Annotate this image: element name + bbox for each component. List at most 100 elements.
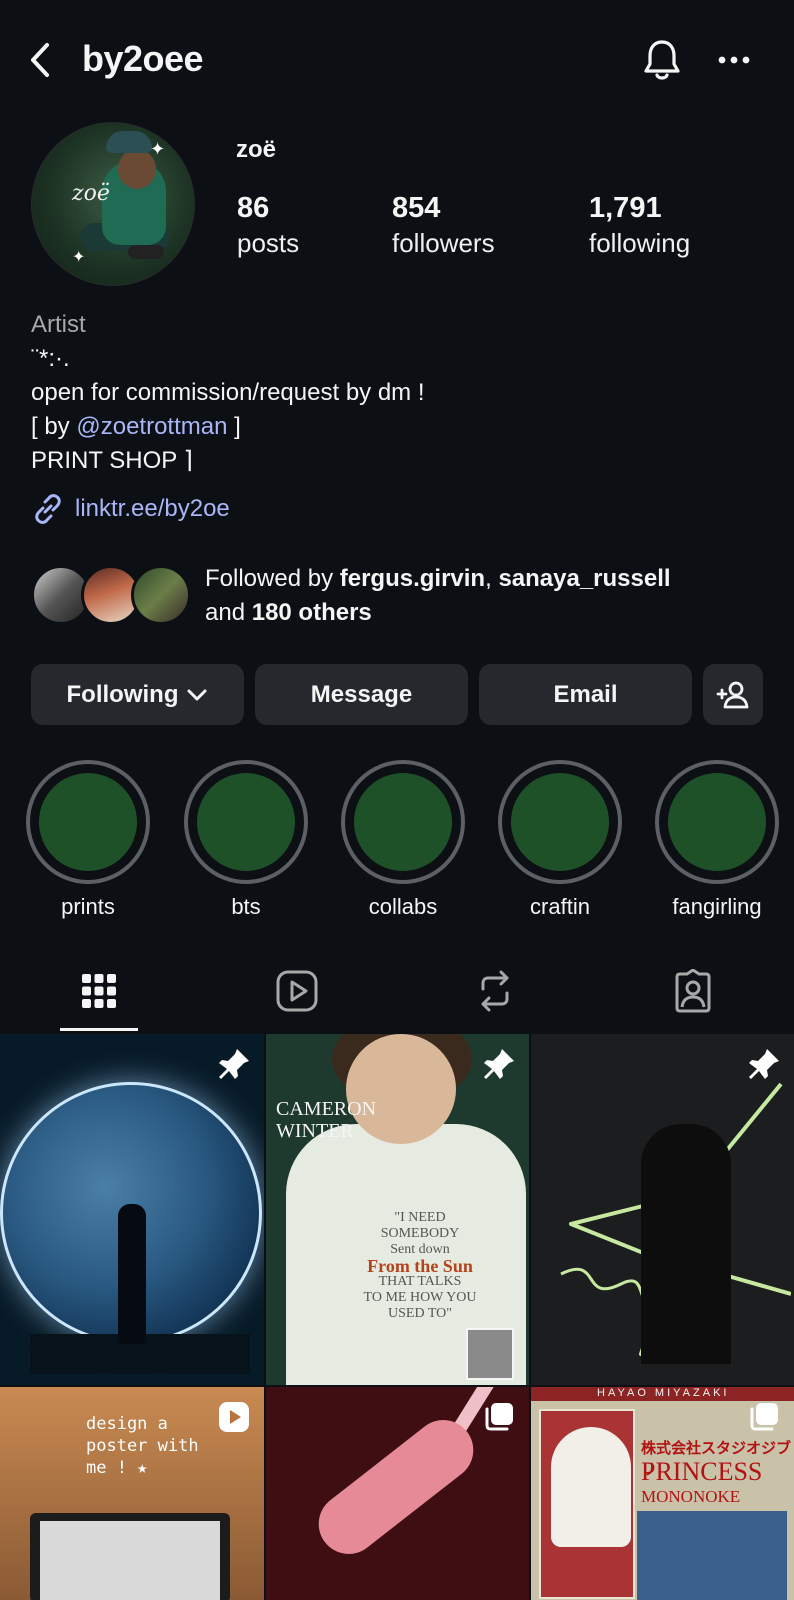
bell-icon <box>644 40 680 80</box>
posts-stat[interactable]: 86 posts <box>237 190 299 260</box>
more-horizontal-icon <box>718 56 750 64</box>
highlight-ring <box>498 760 622 884</box>
bio-decor: ¨*:·. <box>31 345 70 372</box>
followers-label: followers <box>392 228 495 258</box>
tagged-icon <box>675 969 711 1013</box>
post-thumbnail[interactable] <box>0 1034 264 1385</box>
pinned-badge <box>746 1046 782 1082</box>
post-quote-line: TO ME HOW YOU <box>363 1290 477 1305</box>
posts-count: 86 <box>237 192 270 224</box>
mutual-others: 180 others <box>251 599 372 626</box>
suggested-users-button[interactable] <box>703 664 763 725</box>
post-caption-line: me ! ★ <box>86 1458 148 1478</box>
carousel-badge <box>746 1399 782 1435</box>
pinned-badge <box>481 1046 517 1082</box>
highlight-cover <box>39 773 137 871</box>
highlight-ring <box>26 760 150 884</box>
following-button[interactable]: Following <box>31 664 244 725</box>
tab-reposts[interactable] <box>396 950 594 1032</box>
post-image-screen <box>40 1521 220 1600</box>
tab-tagged[interactable] <box>594 950 792 1032</box>
followed-by-sep: , <box>485 565 499 592</box>
carousel-badge <box>481 1399 517 1435</box>
followed-by-prefix: Followed by <box>205 565 340 592</box>
post-poster-title: PRINCESS <box>641 1457 763 1486</box>
mutual-user-1: fergus.girvin <box>339 565 486 592</box>
posts-label: posts <box>237 228 300 258</box>
highlight-cover <box>511 773 609 871</box>
highlight-label: bts <box>231 894 261 919</box>
highlight-ring <box>655 760 779 884</box>
chevron-down-icon <box>187 689 207 700</box>
sparkle-icon: ✦ <box>150 139 166 159</box>
link-icon <box>35 494 61 524</box>
post-thumbnail[interactable] <box>266 1387 529 1600</box>
mutual-followers[interactable]: Followed by fergus.girvin, sanaya_russel… <box>31 562 771 628</box>
post-poster-subtitle: MONONOKE <box>641 1487 741 1506</box>
reels-icon <box>276 970 318 1012</box>
bio-external-link[interactable]: linktr.ee/by2oe <box>31 492 230 526</box>
post-image-guitarist <box>641 1124 731 1364</box>
mutual-followers-text: Followed by fergus.girvin, sanaya_russel… <box>205 562 671 630</box>
highlight-label: craftin <box>530 894 590 919</box>
mutual-user-2: sanaya_russell <box>498 565 671 592</box>
reels-icon <box>219 1402 249 1432</box>
post-thumbnail[interactable] <box>531 1034 794 1385</box>
post-quote-line: From the Sun <box>367 1256 473 1276</box>
highlight-label: prints <box>61 894 115 919</box>
profile-page: by2oee zoë ✦ ✦ zoë 86 posts 854 follower… <box>0 0 794 1600</box>
message-button[interactable]: Message <box>255 664 468 725</box>
highlight-prints[interactable]: prints <box>26 760 150 920</box>
bio-credit-prefix: [ by <box>31 413 77 440</box>
mutual-avatar <box>131 565 191 625</box>
grid-icon <box>82 974 116 1008</box>
carousel-icon <box>750 1403 778 1431</box>
post-caption-overlay: design a poster with me ! ★ <box>86 1413 199 1479</box>
post-poster-photo <box>466 1328 514 1380</box>
bio-line-print-shop: PRINT SHOP ⌉ <box>31 447 193 474</box>
followed-by-and: and <box>205 599 252 626</box>
bio-line-credit: [ by @zoetrottman ] <box>31 410 771 444</box>
back-button[interactable] <box>20 40 60 80</box>
post-poster-quote: "I NEED SOMEBODY Sent down From the Sun … <box>350 1210 490 1322</box>
post-thumbnail[interactable]: HAYAO MIYAZAKI 株式会社スタジオジブリ PRINCESS MONO… <box>531 1387 794 1600</box>
highlight-label: fangirling <box>672 894 762 919</box>
following-label: following <box>589 228 691 258</box>
profile-avatar[interactable]: zoë ✦ ✦ <box>31 122 195 286</box>
post-image-scene <box>637 1511 787 1600</box>
profile-username: by2oee <box>82 38 204 79</box>
post-quote-line: "I NEED <box>394 1210 446 1225</box>
email-button[interactable]: Email <box>479 664 692 725</box>
post-poster-director: HAYAO MIYAZAKI <box>597 1387 730 1399</box>
highlight-cover <box>197 773 295 871</box>
bio-credit-suffix: ] <box>227 413 241 440</box>
highlight-bts[interactable]: bts <box>184 760 308 920</box>
tab-posts-grid[interactable] <box>0 950 198 1032</box>
carousel-icon <box>485 1403 513 1431</box>
followers-count: 854 <box>392 192 441 224</box>
post-thumbnail[interactable]: design a poster with me ! ★ <box>0 1387 264 1600</box>
pinned-badge <box>216 1046 252 1082</box>
bio-line-commission: open for commission/request by dm ! <box>31 379 425 406</box>
avatar-signature: zoë <box>72 181 110 206</box>
post-image-wolf <box>551 1427 631 1547</box>
notifications-button[interactable] <box>640 38 684 82</box>
highlight-collabs[interactable]: collabs <box>341 760 465 920</box>
more-options-button[interactable] <box>712 38 756 82</box>
following-stat[interactable]: 1,791 following <box>589 190 690 260</box>
followers-stat[interactable]: 854 followers <box>392 190 495 260</box>
highlight-ring <box>184 760 308 884</box>
post-poster-title-line: CAMERON <box>276 1098 377 1120</box>
highlight-fangirling[interactable]: fangirling <box>655 760 779 920</box>
tab-reels[interactable] <box>198 950 396 1032</box>
post-thumbnail[interactable]: CAMERON WINTER "I NEED SOMEBODY Sent dow… <box>266 1034 529 1385</box>
bio-link-text: linktr.ee/by2oe <box>75 495 230 522</box>
highlight-craftin[interactable]: craftin <box>498 760 622 920</box>
bio: Artist ¨*:·. open for commission/request… <box>31 308 771 478</box>
bio-mention-link[interactable]: @zoetrottman <box>76 413 227 440</box>
post-image-guitar <box>306 1407 486 1567</box>
highlight-label: collabs <box>368 894 438 919</box>
bio-category: Artist <box>31 311 86 338</box>
post-image-singer <box>118 1204 146 1344</box>
sparkle-icon: ✦ <box>72 249 86 266</box>
